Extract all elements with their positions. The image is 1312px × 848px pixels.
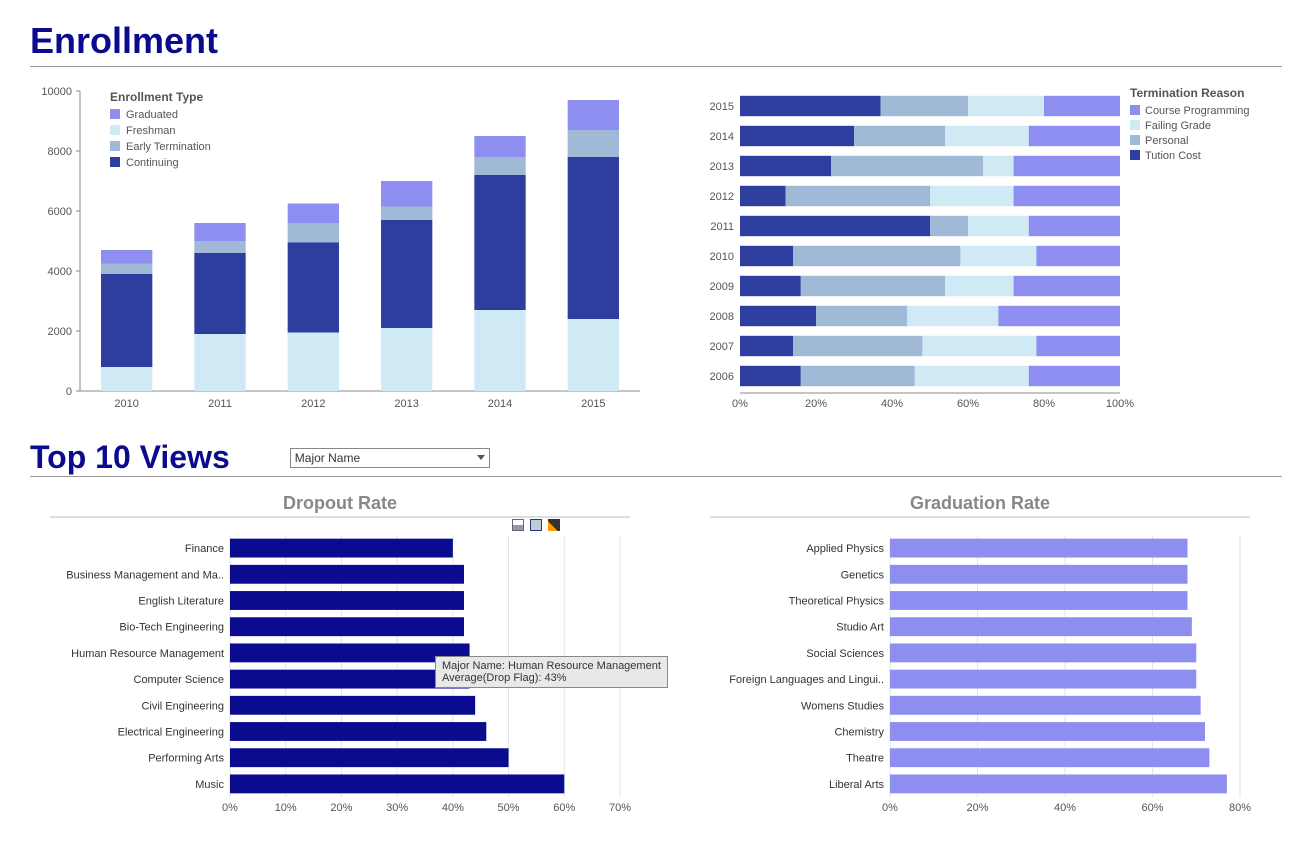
svg-text:2013: 2013 — [394, 398, 418, 410]
svg-text:2006: 2006 — [710, 371, 734, 383]
svg-text:Chemistry: Chemistry — [834, 727, 884, 739]
svg-text:Finance: Finance — [185, 543, 224, 555]
chevron-down-icon — [477, 455, 485, 460]
svg-text:8000: 8000 — [48, 146, 72, 158]
svg-text:0%: 0% — [732, 398, 748, 410]
svg-text:10%: 10% — [275, 802, 297, 814]
svg-text:40%: 40% — [442, 802, 464, 814]
svg-text:Studio Art: Studio Art — [836, 622, 884, 634]
svg-text:Enrollment Type: Enrollment Type — [110, 90, 203, 104]
svg-text:20%: 20% — [330, 802, 352, 814]
svg-text:Early Termination: Early Termination — [126, 141, 211, 153]
svg-text:50%: 50% — [498, 802, 520, 814]
svg-text:Civil Engineering: Civil Engineering — [141, 700, 224, 712]
graduation-rate-chart: Graduation Rate 0% 20% 40% 60% 80% Applied Phy… — [690, 491, 1270, 821]
title-rule — [30, 66, 1282, 67]
svg-text:Performing Arts: Performing Arts — [148, 753, 224, 765]
svg-text:Failing Grade: Failing Grade — [1145, 120, 1211, 132]
svg-text:Personal: Personal — [1145, 135, 1188, 147]
svg-text:4000: 4000 — [48, 266, 72, 278]
svg-text:Computer Science: Computer Science — [134, 674, 225, 686]
svg-text:Theatre: Theatre — [846, 753, 884, 765]
svg-text:2014: 2014 — [488, 398, 512, 410]
svg-text:Graduation Rate: Graduation Rate — [910, 493, 1050, 513]
svg-text:80%: 80% — [1229, 802, 1251, 814]
svg-text:Womens Studies: Womens Studies — [801, 700, 884, 712]
svg-text:2010: 2010 — [114, 398, 138, 410]
termination-reason-chart: 2015 2014 2013 2012 2011 2010 2009 2008 2007 2006… — [690, 81, 1270, 421]
svg-text:20%: 20% — [966, 802, 988, 814]
svg-text:100%: 100% — [1106, 398, 1134, 410]
enrollment-by-year-chart: 0 2000 4000 6000 8000 10000 2010 2011 2012 2013 20… — [30, 81, 650, 421]
chart-toolbar — [512, 519, 560, 531]
svg-text:Bio-Tech Engineering: Bio-Tech Engineering — [119, 622, 224, 634]
svg-text:40%: 40% — [1054, 802, 1076, 814]
svg-text:2007: 2007 — [710, 341, 734, 353]
table-icon[interactable] — [512, 519, 524, 531]
dropout-rate-chart: Major Name: Human Resource Management Av… — [30, 491, 650, 821]
svg-text:20%: 20% — [805, 398, 827, 410]
svg-text:Genetics: Genetics — [841, 569, 885, 581]
popout-icon[interactable] — [530, 519, 542, 531]
svg-text:Termination Reason: Termination Reason — [1130, 86, 1244, 100]
svg-text:80%: 80% — [1033, 398, 1055, 410]
svg-text:Freshman: Freshman — [126, 125, 176, 137]
svg-text:60%: 60% — [957, 398, 979, 410]
svg-text:40%: 40% — [881, 398, 903, 410]
svg-text:Dropout Rate: Dropout Rate — [283, 493, 397, 513]
svg-text:2009: 2009 — [710, 281, 734, 293]
svg-text:2014: 2014 — [710, 131, 734, 143]
page-title: Enrollment — [30, 20, 1282, 62]
svg-text:Liberal Arts: Liberal Arts — [829, 779, 885, 791]
svg-text:2013: 2013 — [710, 161, 734, 173]
svg-text:2012: 2012 — [710, 191, 734, 203]
svg-text:Graduated: Graduated — [126, 109, 178, 121]
edit-icon[interactable] — [548, 519, 560, 531]
svg-text:0%: 0% — [882, 802, 898, 814]
svg-text:Electrical Engineering: Electrical Engineering — [118, 727, 224, 739]
svg-text:60%: 60% — [1141, 802, 1163, 814]
section-rule — [30, 476, 1282, 477]
svg-text:Business Management and Ma..: Business Management and Ma.. — [66, 569, 224, 581]
section-title: Top 10 Views — [30, 439, 230, 476]
svg-text:0%: 0% — [222, 802, 238, 814]
svg-text:6000: 6000 — [48, 206, 72, 218]
svg-text:2000: 2000 — [48, 326, 72, 338]
svg-text:2011: 2011 — [208, 398, 232, 410]
hover-tooltip: Major Name: Human Resource Management Av… — [435, 656, 668, 688]
dropdown-value: Major Name — [295, 451, 360, 465]
svg-text:Human Resource Management: Human Resource Management — [71, 648, 224, 660]
svg-text:English Literature: English Literature — [138, 596, 224, 608]
svg-text:Social Sciences: Social Sciences — [806, 648, 884, 660]
major-name-dropdown[interactable]: Major Name — [290, 448, 490, 468]
svg-text:10000: 10000 — [41, 86, 72, 98]
svg-text:Applied Physics: Applied Physics — [806, 543, 884, 555]
svg-text:Continuing: Continuing — [126, 157, 179, 169]
svg-text:Music: Music — [195, 779, 224, 791]
svg-text:Theoretical Physics: Theoretical Physics — [789, 596, 885, 608]
svg-text:2010: 2010 — [710, 251, 734, 263]
svg-text:0: 0 — [66, 386, 72, 398]
svg-text:2011: 2011 — [710, 221, 734, 233]
svg-text:Foreign Languages and Lingui..: Foreign Languages and Lingui.. — [729, 674, 884, 686]
svg-text:2015: 2015 — [710, 101, 734, 113]
svg-text:Tution Cost: Tution Cost — [1145, 150, 1201, 162]
svg-text:2015: 2015 — [581, 398, 605, 410]
svg-text:60%: 60% — [553, 802, 575, 814]
svg-text:2008: 2008 — [710, 311, 734, 323]
svg-text:70%: 70% — [609, 802, 631, 814]
svg-text:Course Programming: Course Programming — [1145, 105, 1250, 117]
svg-text:30%: 30% — [386, 802, 408, 814]
svg-text:2012: 2012 — [301, 398, 325, 410]
